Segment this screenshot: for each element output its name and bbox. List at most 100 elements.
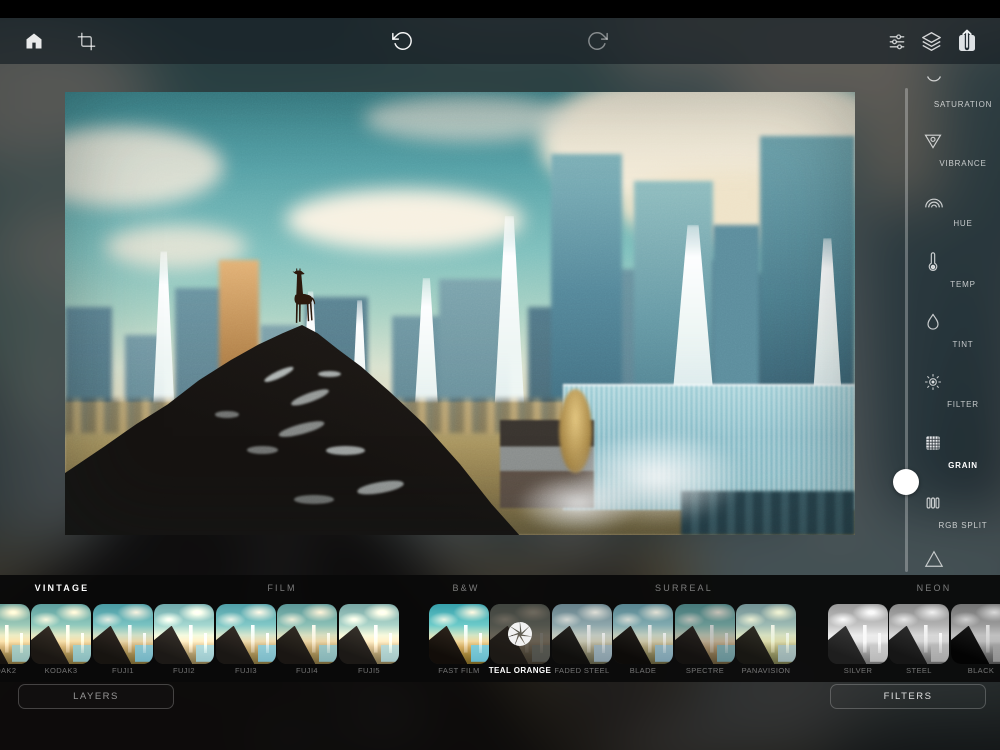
filter-preview (552, 604, 612, 664)
filter-thumb-fast-film[interactable] (429, 604, 489, 664)
sidebar-item-label: SATURATION (933, 100, 993, 109)
export-icon (959, 29, 975, 51)
sidebar-item-label: HUE (953, 219, 973, 228)
category-bw[interactable]: B&W (452, 583, 479, 593)
filter-thumb-kodak2[interactable] (0, 604, 30, 664)
filter-preview (31, 604, 91, 664)
category-neon[interactable]: NEON (917, 583, 952, 593)
filter-preview (675, 604, 735, 664)
filter-preview (0, 604, 30, 664)
layers-toggle-button[interactable] (919, 29, 943, 53)
crop-button[interactable] (74, 29, 98, 53)
filter-label-selected: TEAL ORANGE (488, 666, 552, 675)
filter-preview (889, 604, 949, 664)
filter-label: FADED STEEL (554, 666, 610, 675)
filter-label: FUJI5 (357, 666, 381, 675)
filter-preview (736, 604, 796, 664)
filter-label: SILVER (843, 666, 873, 675)
rgb-split-icon (923, 493, 1000, 513)
filter-preview (339, 604, 399, 664)
scene-vignette (65, 92, 855, 535)
filter-label: SPECTRE (685, 666, 725, 675)
adjustments-icon (889, 34, 905, 50)
aperture-icon (508, 622, 532, 646)
sidebar-item-label: RGB SPLIT (938, 521, 988, 530)
top-toolbar (0, 18, 1000, 64)
sidebar-item-hue[interactable]: HUE (923, 191, 1000, 229)
filter-label: KODAK2 (0, 666, 17, 675)
home-button[interactable] (22, 29, 46, 53)
filter-label: FUJI2 (172, 666, 196, 675)
filter-label: FUJI3 (234, 666, 258, 675)
filter-preview (951, 604, 1000, 664)
layers-icon (921, 31, 941, 51)
filter-thumb-panavision[interactable] (736, 604, 796, 664)
saturation-icon (923, 72, 1000, 92)
filter-thumb-fuji3[interactable] (216, 604, 276, 664)
crop-icon (77, 32, 95, 50)
amount-slider-track[interactable] (905, 88, 908, 572)
triangle-icon (923, 549, 1000, 569)
sidebar-item-tint[interactable]: TINT (923, 312, 1000, 350)
filter-thumb-silver[interactable] (828, 604, 888, 664)
filter-preview (277, 604, 337, 664)
filters-button[interactable]: FILTERS (830, 684, 986, 709)
filter-thumb-spectre[interactable] (675, 604, 735, 664)
sidebar-item-label: VIBRANCE (939, 159, 987, 168)
sidebar-item-label: TEMP (950, 280, 976, 289)
filter-thumb-blade[interactable] (613, 604, 673, 664)
filters-panel: VINTAGE FILM B&W SURREAL NEON AK2 KODAK3… (0, 575, 1000, 682)
sidebar-item-grain[interactable]: GRAIN (923, 433, 1000, 471)
filter-label: PANAVISION (741, 666, 791, 675)
adjustments-button[interactable] (885, 29, 909, 53)
filter-thumb-kodak3[interactable] (31, 604, 91, 664)
filter-label: STEEL (906, 666, 932, 675)
home-icon (26, 33, 42, 49)
filter-label: BLACK (967, 666, 995, 675)
temp-icon (923, 252, 1000, 272)
sidebar-item-temp[interactable]: TEMP (923, 252, 1000, 290)
photo-scene (65, 92, 855, 535)
filter-thumb-fuji4[interactable] (277, 604, 337, 664)
filter-icon (923, 372, 1000, 392)
filter-thumb-fuji5[interactable] (339, 604, 399, 664)
vibrance-icon (923, 131, 1000, 151)
redo-button[interactable] (586, 29, 610, 53)
grain-icon (923, 433, 1000, 453)
undo-icon (392, 32, 412, 50)
sidebar-item-filter[interactable]: FILTER (923, 372, 1000, 410)
filter-label: BLADE (629, 666, 657, 675)
sidebar-item-label: GRAIN (948, 461, 978, 470)
filter-preview (93, 604, 153, 664)
category-vintage[interactable]: VINTAGE (35, 583, 90, 593)
tint-icon (923, 312, 1000, 332)
filter-thumb-steel[interactable] (889, 604, 949, 664)
filter-preview (613, 604, 673, 664)
amount-slider-thumb[interactable] (893, 469, 919, 495)
filter-label: KODAK3 (44, 666, 78, 675)
category-film[interactable]: FILM (267, 583, 296, 593)
layers-button[interactable]: LAYERS (18, 684, 174, 709)
filter-preview (154, 604, 214, 664)
sidebar-item-saturation[interactable]: SATURATION (923, 72, 1000, 110)
filter-label: FUJI1 (111, 666, 135, 675)
undo-button[interactable] (390, 29, 414, 53)
filter-thumb-black[interactable] (951, 604, 1000, 664)
filter-thumb-fuji1[interactable] (93, 604, 153, 664)
export-button[interactable] (955, 29, 979, 53)
selected-filter-overlay (490, 604, 550, 664)
redo-icon (588, 32, 608, 50)
filter-label: FAST FILM (438, 666, 480, 675)
filter-thumb-teal-orange[interactable] (490, 604, 550, 664)
category-surreal[interactable]: SURREAL (655, 583, 713, 593)
sidebar-item-vibrance[interactable]: VIBRANCE (923, 131, 1000, 169)
photo-editor-app: SATURATION VIBRANCE HUE TEMP TINT FILTER… (0, 0, 1000, 750)
hue-icon (923, 191, 1000, 211)
filter-thumb-fuji2[interactable] (154, 604, 214, 664)
sidebar-item-label: FILTER (947, 400, 979, 409)
photo-canvas[interactable] (65, 92, 855, 535)
filter-thumb-faded-steel[interactable] (552, 604, 612, 664)
sidebar-item-rgb-split[interactable]: RGB SPLIT (923, 493, 1000, 531)
filter-preview (828, 604, 888, 664)
status-bar (0, 0, 1000, 18)
